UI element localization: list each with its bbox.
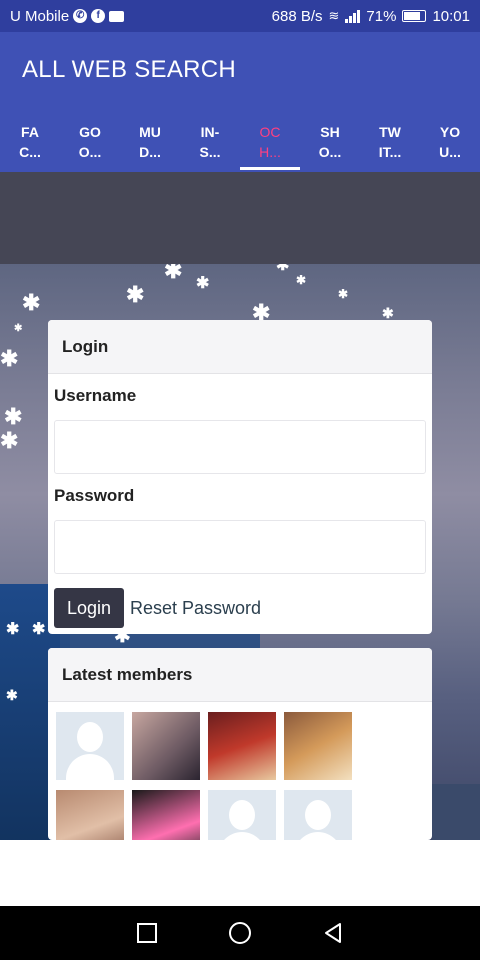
facebook-icon: f — [91, 9, 106, 23]
back-icon[interactable] — [320, 920, 346, 946]
snowflake-icon: ✱ — [32, 621, 46, 638]
latest-members-title: Latest members — [48, 648, 432, 702]
tab-shopee[interactable]: SH O... — [300, 120, 360, 172]
snowflake-icon: ✱ — [6, 687, 18, 703]
status-bar: U Mobile ✆ f 688 B/s ≋ 71% 10:01 — [0, 0, 480, 32]
tab-label: C... — [19, 144, 41, 160]
snowflake-icon: ✱ — [338, 287, 349, 301]
password-label: Password — [54, 486, 135, 505]
tab-label: H... — [259, 144, 281, 160]
wifi-icon: ≋ — [328, 8, 340, 23]
mail-icon — [109, 10, 125, 22]
snowflake-icon: ✱ — [164, 264, 183, 283]
tab-youtube[interactable]: YO U... — [420, 120, 480, 172]
member-avatar[interactable] — [284, 712, 352, 780]
tab-label: IT... — [378, 144, 402, 160]
tab-label: SH — [320, 124, 340, 140]
tab-label: O... — [78, 144, 102, 160]
snowflake-icon: ✱ — [382, 305, 394, 321]
tab-label: O... — [318, 144, 342, 160]
tab-label: D... — [139, 144, 161, 160]
carrier-name: U Mobile — [10, 7, 70, 25]
tab-facebook[interactable]: FA C... — [0, 120, 60, 172]
default-avatar[interactable] — [56, 712, 124, 780]
snowflake-icon: ✱ — [276, 264, 290, 274]
tab-google[interactable]: GO O... — [60, 120, 120, 172]
tab-twitter[interactable]: TW IT... — [360, 120, 420, 172]
member-avatar[interactable] — [132, 712, 200, 780]
snowflake-icon: ✱ — [196, 275, 210, 292]
login-button[interactable]: Login — [54, 588, 124, 628]
member-avatar[interactable] — [208, 712, 276, 780]
snowflake-icon: ✱ — [6, 621, 20, 638]
tab-label: S... — [199, 144, 221, 160]
tab-label: FA — [21, 124, 39, 140]
recent-apps-icon[interactable] — [134, 920, 160, 946]
password-input[interactable] — [54, 520, 426, 574]
signal-icon — [345, 9, 361, 23]
tab-label: TW — [379, 124, 401, 140]
default-avatar[interactable] — [208, 790, 276, 840]
snowflake-icon: ✱ — [22, 290, 41, 315]
username-label: Username — [54, 386, 137, 405]
member-avatar[interactable] — [56, 790, 124, 840]
tab-label: OC — [259, 124, 281, 140]
building-graphic — [432, 784, 480, 840]
default-avatar[interactable] — [284, 790, 352, 840]
login-card-title: Login — [48, 320, 432, 374]
tab-label: IN- — [200, 124, 220, 140]
tab-label: YO — [439, 124, 461, 140]
member-avatar[interactable] — [132, 790, 200, 840]
battery-percent: 71% — [366, 7, 397, 25]
battery-icon — [402, 10, 427, 22]
username-input[interactable] — [54, 420, 426, 474]
app-bar: ALL WEB SEARCH FA C... GO O... MU D... IN- S… — [0, 32, 480, 172]
webview-header-band — [0, 172, 480, 264]
tab-och[interactable]: OC H... — [240, 120, 300, 172]
tab-mudah[interactable]: MU D... — [120, 120, 180, 172]
login-card: Login Username Password Login Reset Pass… — [48, 320, 432, 634]
home-icon[interactable] — [227, 920, 253, 946]
snowflake-icon: ✱ — [4, 404, 23, 429]
whatsapp-icon: ✆ — [73, 9, 88, 23]
tab-label: MU — [139, 124, 161, 140]
app-title: ALL WEB SEARCH — [22, 56, 237, 83]
reset-password-link[interactable]: Reset Password — [130, 598, 261, 619]
system-nav-bar — [0, 906, 480, 960]
snowflake-icon: ✱ — [14, 323, 23, 334]
snowflake-icon: ✱ — [296, 273, 307, 287]
latest-members-card: Latest members — [48, 648, 432, 840]
snowflake-icon: ✱ — [126, 282, 145, 307]
tab-bar: FA C... GO O... MU D... IN- S... OC H... SH O.… — [0, 120, 480, 172]
tab-instagram[interactable]: IN- S... — [180, 120, 240, 172]
snowflake-icon: ✱ — [0, 346, 19, 371]
clock: 10:01 — [432, 7, 470, 25]
tab-label: GO — [79, 124, 101, 140]
page-bottom-area — [0, 840, 480, 906]
network-speed: 688 B/s — [271, 7, 323, 25]
snowflake-icon: ✱ — [0, 428, 19, 453]
member-avatar-grid — [48, 702, 432, 840]
tab-label: U... — [439, 144, 461, 160]
